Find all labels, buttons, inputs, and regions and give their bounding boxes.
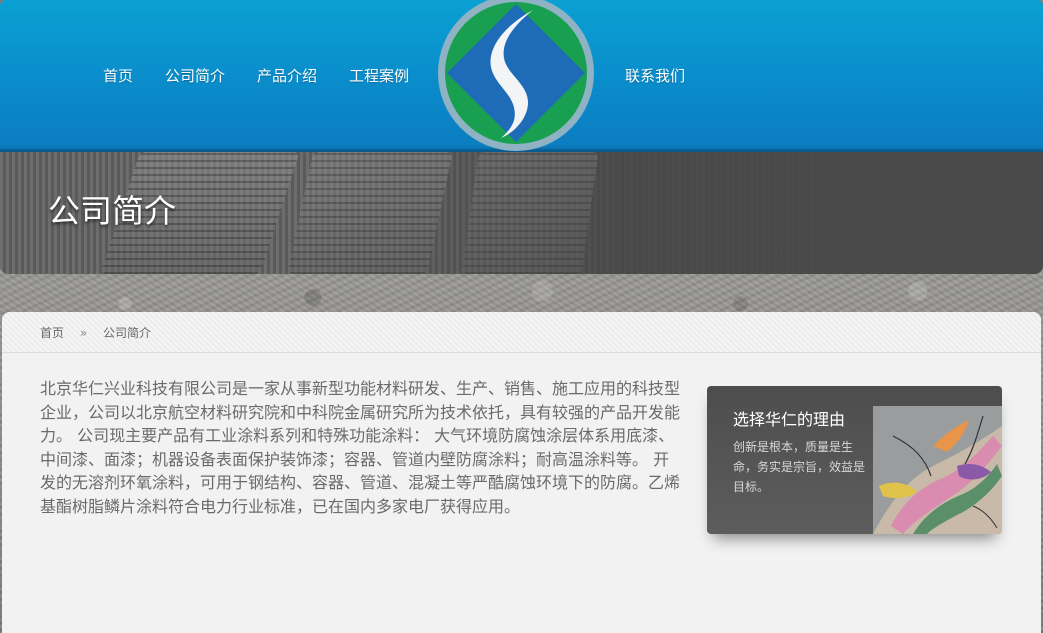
banner-rack-image — [461, 152, 599, 274]
breadcrumb-home-link[interactable]: 首页 — [40, 326, 64, 340]
company-logo-icon[interactable] — [435, 0, 597, 154]
breadcrumb: 首页 » 公司简介 — [40, 324, 151, 341]
nav-home[interactable]: 首页 — [103, 64, 133, 88]
nav-about[interactable]: 公司简介 — [165, 64, 225, 88]
body-paint-art-image — [873, 406, 1002, 534]
why-choose-title: 选择华仁的理由 — [733, 410, 846, 429]
nav-cases[interactable]: 工程案例 — [349, 64, 409, 88]
nav-contact[interactable]: 联系我们 — [625, 64, 685, 88]
banner-rack-image — [287, 152, 453, 274]
breadcrumb-current: 公司简介 — [103, 326, 152, 340]
why-choose-body: 创新是根本，质量是生命，务实是宗旨，效益是目标。 — [733, 440, 866, 494]
nav-products[interactable]: 产品介绍 — [257, 64, 317, 88]
page-title: 公司简介 — [48, 192, 177, 230]
breadcrumb-bar: 首页 » 公司简介 — [2, 312, 1041, 353]
breadcrumb-separator: » — [79, 326, 88, 340]
company-intro-text: 北京华仁兴业科技有限公司是一家从事新型功能材料研发、生产、销售、施工应用的科技型… — [40, 379, 681, 516]
page-banner: 公司简介 — [0, 152, 1043, 274]
why-choose-card[interactable]: 选择华仁的理由 创新是根本，质量是生命，务实是宗旨，效益是目标。 — [707, 386, 1002, 534]
main-content-panel: 首页 » 公司简介 北京华仁兴业科技有限公司是一家从事新型功能材料研发、生产、销… — [2, 312, 1041, 633]
